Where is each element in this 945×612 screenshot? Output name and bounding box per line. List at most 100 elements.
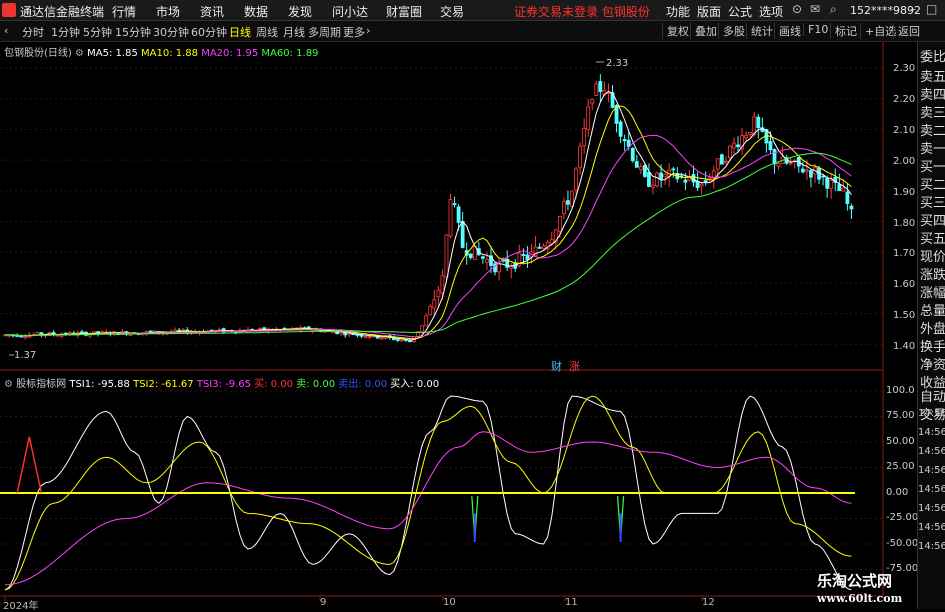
indicator-tick: -50.00	[886, 538, 919, 549]
sidebar-item-sell5[interactable]: 卖五	[920, 66, 945, 85]
candle-body	[590, 98, 595, 104]
indicator-tick: 25.00	[886, 461, 915, 472]
sidebar-item-buy5[interactable]: 买五	[920, 228, 945, 247]
sidebar-item-price[interactable]: 现价	[920, 246, 945, 265]
sidebar-item-turnover[interactable]: 换手	[920, 336, 945, 355]
candle-body	[480, 256, 485, 259]
candle-body	[594, 83, 599, 96]
low-price-label: 1.37	[14, 350, 37, 361]
watermark-url: www.60lt.com	[817, 592, 903, 605]
sidebar-item-weibi[interactable]: 委比	[920, 46, 945, 65]
high-price-label: 2.33	[606, 58, 629, 69]
trade-time: 14:56	[918, 541, 945, 552]
candle-body	[671, 168, 676, 171]
sidebar-item-outer[interactable]: 外盘	[920, 318, 945, 337]
candle-body	[655, 172, 659, 187]
candle-body	[19, 335, 24, 338]
candle-body	[825, 177, 830, 189]
price-tick: 1.50	[893, 310, 916, 321]
x-axis-label: 2024年	[3, 601, 39, 612]
x-axis-label: 10	[443, 597, 456, 608]
indicator-tick: 0.00	[886, 487, 909, 498]
candle-body	[525, 254, 530, 261]
sidebar-item-change-pct[interactable]: 涨幅	[920, 282, 945, 301]
candle-body	[703, 180, 708, 183]
candle-body	[845, 191, 850, 204]
sidebar-item-sell1[interactable]: 卖一	[920, 138, 945, 157]
candle-body	[497, 263, 502, 273]
candle-body	[663, 174, 668, 178]
price-tick: 2.20	[893, 94, 916, 105]
trade-time: 14:56	[918, 503, 945, 514]
candle-body	[432, 299, 437, 309]
candle-body	[331, 331, 335, 334]
finance-marker[interactable]: 财	[551, 358, 562, 374]
chart-canvas[interactable]	[0, 0, 945, 609]
price-tick: 1.90	[893, 187, 916, 198]
candle-body	[699, 183, 704, 187]
sidebar-item-sell4[interactable]: 卖四	[920, 84, 945, 103]
candle-body	[452, 203, 457, 206]
sidebar-item-change[interactable]: 涨跌	[920, 264, 945, 283]
candle-body	[363, 335, 368, 338]
candle-body	[638, 166, 643, 171]
candle-body	[719, 154, 724, 165]
candle-body	[724, 160, 728, 163]
candle-body	[509, 266, 514, 269]
sidebar-item-buy1[interactable]: 买一	[920, 156, 945, 175]
candle-body	[598, 81, 603, 92]
candle-body	[768, 141, 773, 151]
candle-body	[651, 184, 655, 188]
price-tick: 2.00	[893, 156, 916, 167]
candle-body	[395, 339, 400, 341]
candle-body	[80, 331, 84, 334]
candle-body	[695, 181, 700, 189]
ma20-line	[5, 134, 852, 338]
candle-body	[715, 158, 720, 170]
candle-body	[148, 330, 153, 333]
candle-body	[440, 275, 445, 294]
candle-body	[23, 335, 28, 338]
candle-body	[436, 289, 441, 298]
sidebar-item-buy4[interactable]: 买四	[920, 210, 945, 229]
candle-body	[634, 161, 639, 168]
sidebar-item-sell3[interactable]: 卖三	[920, 102, 945, 121]
candle-body	[800, 168, 805, 173]
candle-body	[562, 201, 566, 215]
candle-body	[448, 199, 453, 237]
candle-body	[485, 259, 489, 263]
sidebar-item-buy3[interactable]: 买三	[920, 192, 945, 211]
candle-body	[618, 121, 623, 137]
sidebar-item-sell2[interactable]: 卖二	[920, 120, 945, 139]
candle-body	[647, 172, 651, 187]
candle-body	[805, 169, 809, 172]
candle-body	[732, 142, 736, 149]
rise-marker[interactable]: 涨	[569, 358, 580, 374]
trade-time: 14:56	[918, 446, 945, 457]
price-tick: 2.10	[893, 125, 916, 136]
sidebar-item-auto[interactable]: 自动	[920, 386, 945, 405]
candle-body	[691, 174, 696, 183]
candle-body	[578, 145, 582, 168]
candle-body	[367, 336, 372, 339]
candle-body	[841, 187, 846, 192]
sidebar-item-net-asset[interactable]: 净资	[920, 354, 945, 373]
trade-time: 14:56	[918, 465, 945, 476]
candle-body	[829, 179, 834, 189]
candle-body	[776, 162, 781, 167]
candle-body	[379, 337, 384, 340]
candle-body	[748, 132, 753, 135]
candle-body	[408, 340, 412, 343]
candle-body	[630, 147, 635, 162]
ma5-line	[5, 90, 852, 341]
candle-body	[420, 325, 425, 333]
sidebar-item-volume[interactable]: 总量	[920, 300, 945, 319]
buy-signal	[16, 436, 43, 494]
tsi3-line	[4, 431, 852, 586]
trade-time: 14:56	[918, 484, 945, 495]
candle-body	[444, 234, 449, 278]
sidebar-item-buy2[interactable]: 买二	[920, 174, 945, 193]
ma10-line	[5, 105, 852, 340]
candle-body	[521, 254, 526, 256]
candle-body	[756, 116, 761, 128]
